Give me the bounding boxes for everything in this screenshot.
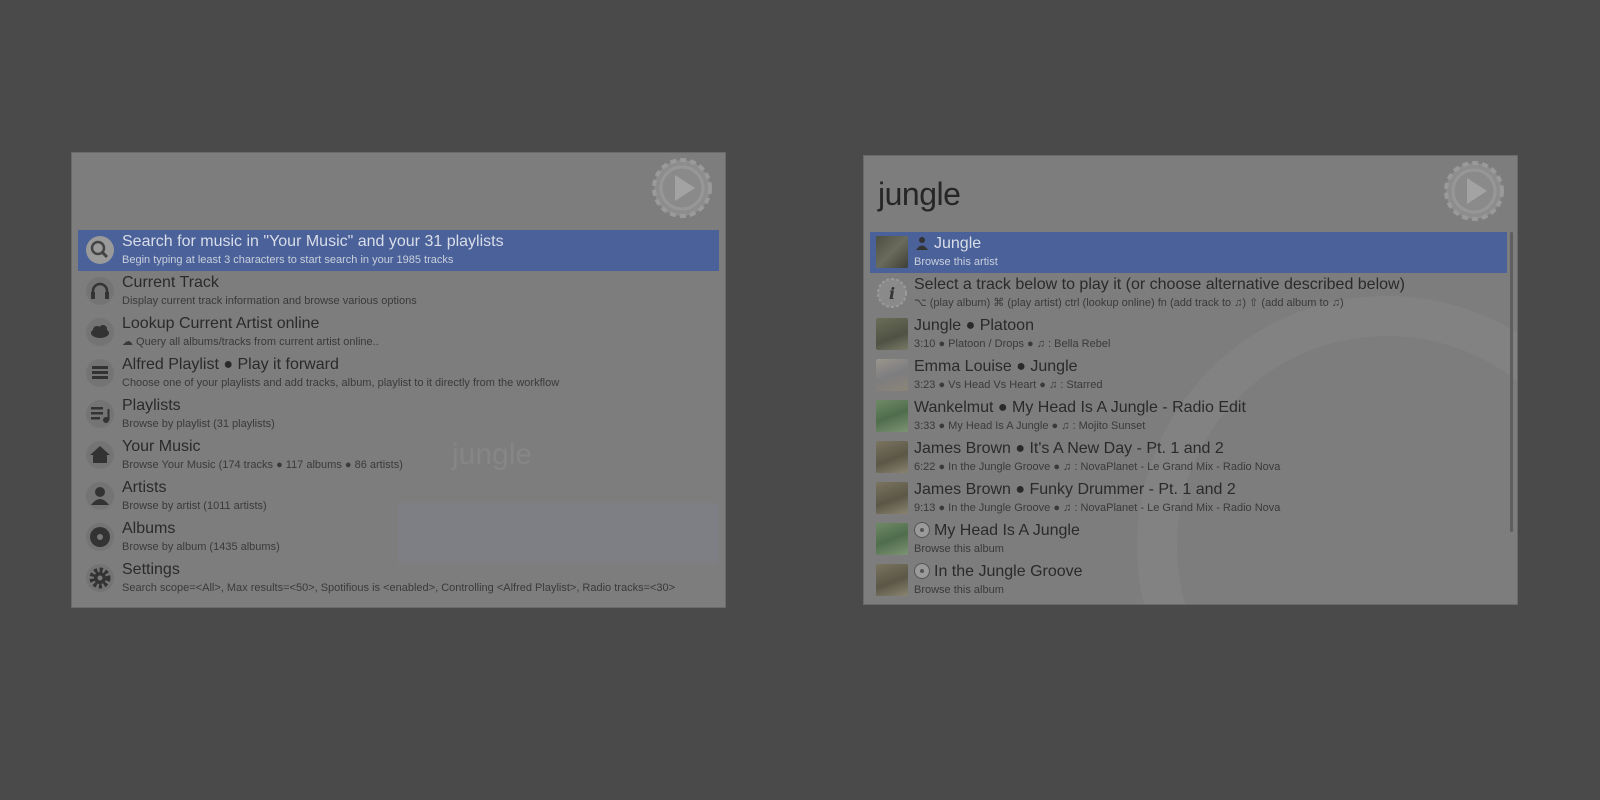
list-item[interactable]: In the Jungle Groove Browse this album — [870, 560, 1507, 601]
artist-icon — [84, 480, 116, 512]
item-title: In the Jungle Groove — [934, 563, 1083, 580]
list-item[interactable]: Jungle Browse this artist — [870, 232, 1507, 273]
item-title: James Brown ● Funky Drummer - Pt. 1 and … — [914, 481, 1236, 498]
item-subtitle: ⌥ (play album) ⌘ (play artist) ctrl (loo… — [914, 297, 1344, 309]
result-list: Search for music in "Your Music" and you… — [78, 230, 719, 599]
list-item[interactable]: Your Music Browse Your Music (174 tracks… — [78, 435, 719, 476]
item-subtitle: 3:33 ● My Head Is A Jungle ● ♫ : Mojito … — [914, 420, 1146, 432]
item-title: Search for music in "Your Music" and you… — [122, 233, 504, 250]
item-subtitle: Browse by artist (1011 artists) — [122, 500, 267, 512]
item-title: Jungle — [934, 235, 982, 252]
item-subtitle: 3:23 ● Vs Head Vs Heart ● ♫ : Starred — [914, 379, 1103, 391]
item-title: Albums — [122, 520, 176, 537]
item-title: Select a track below to play it (or choo… — [914, 276, 1405, 293]
play-icon[interactable] — [1443, 160, 1505, 222]
play-icon[interactable] — [651, 157, 713, 219]
item-title: Current Track — [122, 274, 219, 291]
item-subtitle: Search scope=<All>, Max results=<50>, Sp… — [122, 582, 676, 594]
album-art-thumbnail — [876, 359, 908, 391]
item-subtitle: Browse by playlist (31 playlists) — [122, 418, 275, 430]
list-item[interactable]: Jungle ● Platoon 3:10 ● Platoon / Drops … — [870, 314, 1507, 355]
item-subtitle: ☁ Query all albums/tracks from current a… — [122, 336, 379, 348]
list-item[interactable]: Lookup Current Artist online ☁ Query all… — [78, 312, 719, 353]
playlists-icon — [84, 398, 116, 430]
album-art-thumbnail — [876, 482, 908, 514]
album-icon — [84, 521, 116, 553]
item-subtitle: Browse Your Music (174 tracks ● 117 albu… — [122, 459, 403, 471]
list-item[interactable]: Settings Search scope=<All>, Max results… — [78, 558, 719, 599]
item-subtitle: 9:13 ● In the Jungle Groove ● ♫ : NovaPl… — [914, 502, 1281, 514]
album-art-thumbnail — [876, 318, 908, 350]
list-item[interactable]: Search for music in "Your Music" and you… — [78, 230, 719, 271]
item-subtitle: Browse this album — [914, 584, 1004, 596]
search-input[interactable]: jungle — [878, 176, 961, 213]
list-item[interactable]: Albums Browse by album (1435 albums) — [78, 517, 719, 558]
item-title: Lookup Current Artist online — [122, 315, 320, 332]
item-subtitle: 3:10 ● Platoon / Drops ● ♫ : Bella Rebel — [914, 338, 1111, 350]
item-title: Emma Louise ● Jungle — [914, 358, 1078, 375]
search-icon — [84, 234, 116, 266]
album-art-thumbnail — [876, 564, 908, 596]
home-icon — [84, 439, 116, 471]
gear-icon — [84, 562, 116, 594]
item-title: Alfred Playlist ● Play it forward — [122, 356, 339, 373]
headphones-icon — [84, 275, 116, 307]
cloud-icon — [84, 316, 116, 348]
list-item[interactable]: Alfred Playlist ● Play it forward Choose… — [78, 353, 719, 394]
item-subtitle: Begin typing at least 3 characters to st… — [122, 254, 454, 266]
item-title: Settings — [122, 561, 180, 578]
list-item[interactable]: Wankelmut ● My Head Is A Jungle - Radio … — [870, 396, 1507, 437]
item-title: Your Music — [122, 438, 201, 455]
item-subtitle: Choose one of your playlists and add tra… — [122, 377, 560, 389]
album-icon — [914, 522, 930, 538]
album-icon — [914, 563, 930, 579]
item-subtitle: Browse this album — [914, 543, 1004, 555]
list-item[interactable]: James Brown ● Funky Drummer - Pt. 1 and … — [870, 478, 1507, 519]
item-subtitle: Display current track information and br… — [122, 295, 417, 307]
svg-text:i: i — [889, 284, 895, 303]
item-title: Jungle ● Platoon — [914, 317, 1034, 334]
alfred-window-right: jungle Jungle Browse this artist i Selec… — [864, 156, 1517, 604]
alfred-window-left: jungle Search for music in "Your Music" … — [72, 153, 725, 607]
item-title: James Brown ● It's A New Day - Pt. 1 and… — [914, 440, 1224, 457]
list-item[interactable]: My Head Is A Jungle Browse this album — [870, 519, 1507, 560]
list-item[interactable]: Playlists Browse by playlist (31 playlis… — [78, 394, 719, 435]
list-item[interactable]: Emma Louise ● Jungle 3:23 ● Vs Head Vs H… — [870, 355, 1507, 396]
item-title: Wankelmut ● My Head Is A Jungle - Radio … — [914, 399, 1246, 416]
artist-icon — [916, 237, 928, 250]
item-title: Artists — [122, 479, 167, 496]
item-title: My Head Is A Jungle — [934, 522, 1080, 539]
info-icon: i — [876, 277, 908, 309]
list-item[interactable]: Artists Browse by artist (1011 artists) — [78, 476, 719, 517]
album-art-thumbnail — [876, 400, 908, 432]
list-item[interactable]: i Select a track below to play it (or ch… — [870, 273, 1507, 314]
list-item[interactable]: Current Track Display current track info… — [78, 271, 719, 312]
album-art-thumbnail — [876, 441, 908, 473]
item-subtitle: Browse this artist — [914, 256, 998, 268]
result-list: Jungle Browse this artist i Select a tra… — [870, 232, 1507, 601]
list-item[interactable]: James Brown ● It's A New Day - Pt. 1 and… — [870, 437, 1507, 478]
album-art-thumbnail — [876, 236, 908, 268]
item-title: Playlists — [122, 397, 181, 414]
scrollbar[interactable] — [1510, 232, 1513, 532]
item-subtitle: 6:22 ● In the Jungle Groove ● ♫ : NovaPl… — [914, 461, 1281, 473]
album-art-thumbnail — [876, 523, 908, 555]
item-subtitle: Browse by album (1435 albums) — [122, 541, 280, 553]
playlist-icon — [84, 357, 116, 389]
